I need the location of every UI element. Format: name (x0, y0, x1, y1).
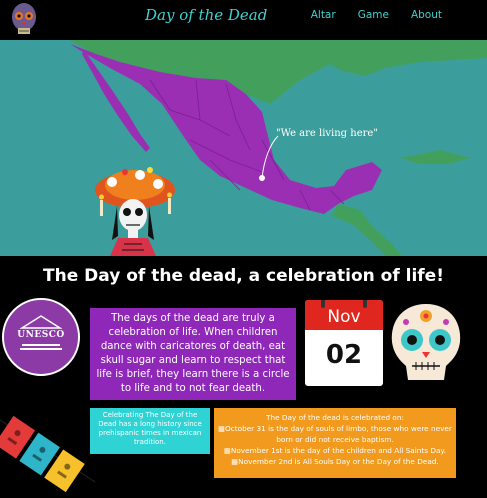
calendar-day: 02 (325, 340, 363, 370)
site-title[interactable]: Day of the Dead (145, 6, 267, 24)
history-note: Celebrating The Day of the Dead has a lo… (90, 408, 210, 454)
date-item-text: November 2nd is All Souls Day or the Day… (238, 457, 439, 466)
map-callout-label: "We are living here" (276, 128, 378, 139)
top-navbar: Day of the Dead Altar Game About (0, 0, 487, 40)
binder-ring-icon (321, 300, 325, 308)
date-item: ▦November 1st is the day of the children… (223, 446, 447, 455)
date-item: ▦November 2nd is All Souls Day or the Da… (231, 457, 439, 466)
binder-ring-icon (363, 300, 367, 308)
mexico-map-hero: "We are living here" (0, 40, 487, 256)
main-nav: Altar Game About (311, 9, 442, 21)
calendar-month: Nov (305, 300, 383, 330)
nav-link-about[interactable]: About (411, 9, 442, 21)
nav-link-altar[interactable]: Altar (311, 9, 336, 21)
date-item: ▦October 31 is the day of souls of limbo… (218, 424, 452, 444)
unesco-badge[interactable]: UNESCO (2, 298, 80, 376)
mexico-map-illustration (70, 40, 487, 256)
sugar-skull-logo-icon[interactable] (10, 2, 38, 38)
date-item-text: November 1st is the day of the children … (230, 446, 447, 455)
celebration-dates: The Day of the dead is celebrated on: ▦O… (214, 408, 456, 478)
page-headline: The Day of the dead, a celebration of li… (43, 266, 444, 286)
unesco-label: UNESCO (17, 330, 65, 340)
catrina-figure (95, 167, 175, 256)
sugar-skull-icon (386, 300, 466, 388)
calendar-card: Nov 02 (305, 300, 383, 386)
dates-title: The Day of the dead is celebrated on: (266, 413, 404, 422)
nav-link-game[interactable]: Game (358, 9, 389, 21)
celebration-description: The days of the dead are truly a celebra… (90, 308, 296, 400)
date-item-text: October 31 is the day of souls of limbo,… (224, 424, 452, 444)
papel-picado-banner (0, 412, 96, 498)
